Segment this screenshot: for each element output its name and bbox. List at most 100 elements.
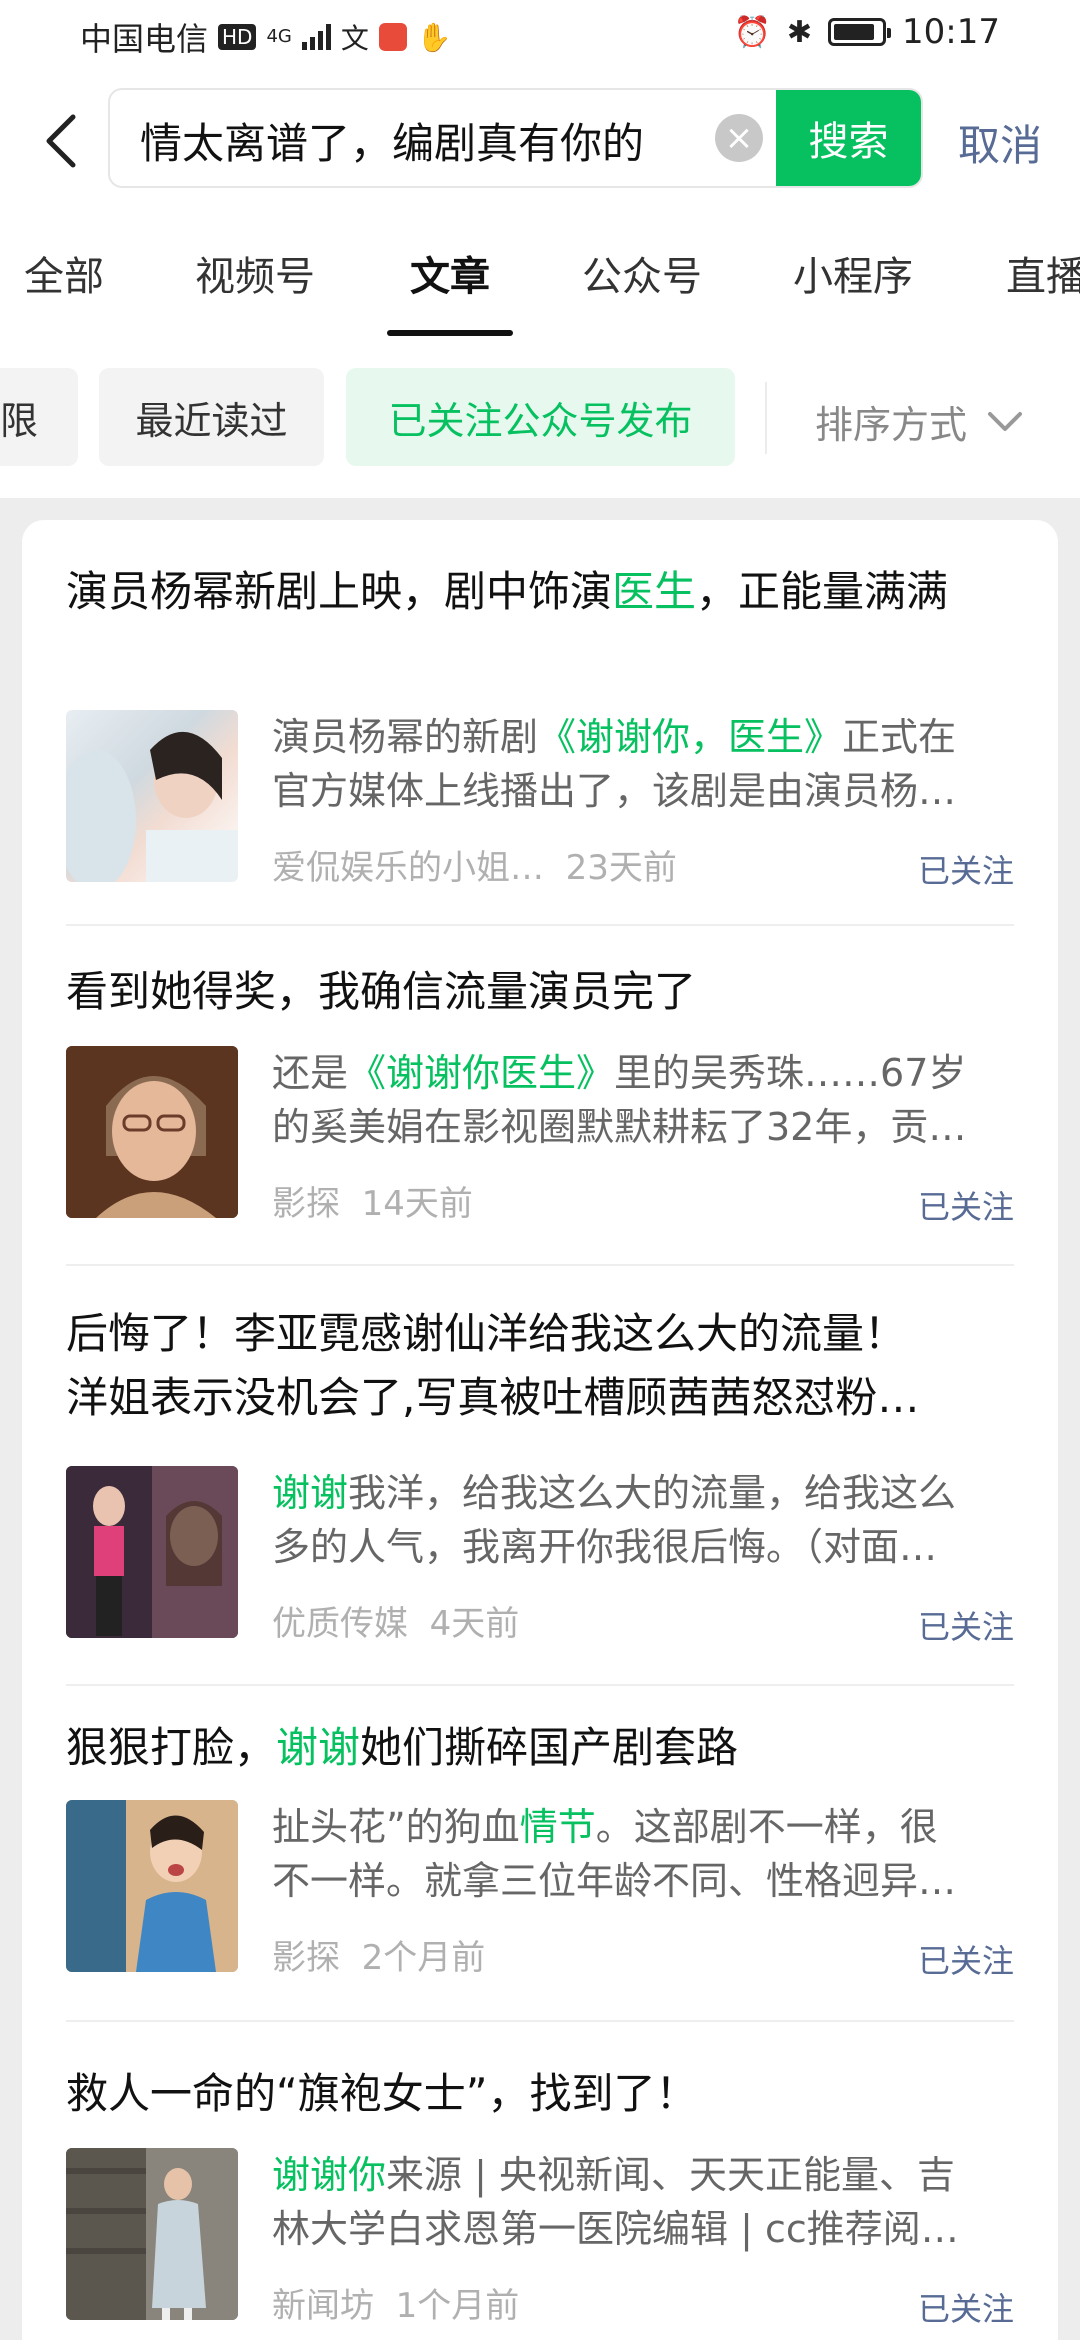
article-thumbnail[interactable] — [66, 1800, 238, 1972]
followed-badge: 已关注 — [917, 1942, 1014, 1980]
filter-divider — [765, 382, 767, 454]
article-thumbnail[interactable] — [66, 2148, 238, 2320]
article-snippet: 扯头花”的狗血情节。这部剧不一样，很 不一样。就拿三位年龄不同、性格迥异… — [272, 1800, 1014, 1908]
list-item[interactable]: 看到她得奖，我确信流量演员完了 还是《谢谢你医生》里的吴秀珠……67岁 的奚美娟… — [22, 926, 1058, 1266]
list-item[interactable]: 后悔了！李亚霓感谢仙洋给我这么大的流量！ 洋姐表示没机会了,写真被吐槽顾茜茜怒怼… — [22, 1266, 1058, 1686]
clear-search-button[interactable]: × — [715, 114, 763, 162]
alarm-icon: ⏰ — [733, 14, 771, 50]
gesture-icon: ✋ — [416, 20, 452, 54]
title-text: 看到她得奖，我确信流量演员完了 — [66, 967, 697, 1016]
title-highlight: 医生 — [612, 567, 697, 616]
snippet-line-2: 多的人气，我离开你我很后悔。（对面… — [272, 1525, 938, 1569]
category-tabs: 全部 视频号 文章 公众号 小程序 直播 — [0, 210, 1080, 338]
bluetooth-icon: ✱ — [786, 14, 813, 50]
article-meta: 影探 2个月前 — [272, 1930, 485, 1979]
title-highlight: 谢谢 — [276, 1723, 361, 1772]
snippet-text: 扯头花”的狗血 — [272, 1805, 520, 1849]
followed-badge: 已关注 — [917, 1188, 1014, 1226]
followed-badge: 已关注 — [917, 852, 1014, 890]
chevron-down-icon — [988, 411, 1023, 431]
portrait-image — [66, 731, 238, 882]
source-name: 影探 — [272, 1184, 340, 1224]
status-left: 中国电信 HD 4G 文 ✋ — [80, 14, 452, 60]
source-name: 新闻坊 — [272, 2286, 374, 2326]
snippet-highlight: 《谢谢你，医生》 — [538, 715, 843, 759]
tab-mini-programs[interactable]: 小程序 — [793, 244, 913, 302]
source-name: 影探 — [272, 1938, 340, 1978]
snippet-line-2: 官方媒体上线播出了，该剧是由演员杨… — [272, 769, 957, 813]
snippet-highlight: 情节 — [519, 1805, 596, 1849]
list-item[interactable]: 救人一命的“旗袍女士”，找到了！ 谢谢你来源 | 央视新闻、天天正能量、吉 林大… — [22, 2020, 1058, 2340]
snippet-highlight: 《谢谢你医生》 — [348, 1051, 615, 1095]
tab-all[interactable]: 全部 — [24, 244, 104, 302]
search-box[interactable]: 情太离谱了，编剧真有你的 × 搜索 — [108, 88, 923, 188]
publish-time: 4天前 — [429, 1604, 520, 1644]
status-right: ⏰ ✱ 10:17 — [734, 12, 1000, 52]
snippet-highlight: 谢谢 — [272, 1471, 349, 1515]
article-meta: 爱侃娱乐的小姐… 23天前 — [272, 840, 677, 889]
signal-icon — [301, 24, 331, 50]
snippet-line-2: 的奚美娟在影视圈默默耕耘了32年，贡… — [272, 1105, 967, 1149]
filter-bar: 限 最近读过 已关注公众号发布 排序方式 — [0, 338, 1080, 498]
article-meta: 影探 14天前 — [272, 1176, 473, 1225]
clock: 10:17 — [902, 12, 1000, 52]
app-notification-icon — [378, 23, 407, 51]
collage-image — [66, 1466, 238, 1638]
search-input[interactable]: 情太离谱了，编剧真有你的 — [140, 110, 700, 171]
snippet-line-2: 林大学白求恩第一医院编辑 | cc推荐阅… — [272, 2207, 959, 2251]
close-icon: × — [724, 118, 754, 158]
tab-live[interactable]: 直播 — [1006, 244, 1080, 302]
publish-time: 23天前 — [565, 848, 677, 888]
article-thumbnail[interactable] — [66, 710, 238, 882]
status-bar: 中国电信 HD 4G 文 ✋ ⏰ ✱ 10:17 — [0, 0, 1080, 72]
snippet-line-2: 不一样。就拿三位年龄不同、性格迥异… — [272, 1859, 957, 1903]
filter-followed-accounts[interactable]: 已关注公众号发布 — [346, 368, 735, 466]
cancel-button[interactable]: 取消 — [958, 112, 1042, 173]
article-thumbnail[interactable] — [66, 1466, 238, 1638]
article-title[interactable]: 演员杨幂新剧上映，剧中饰演医生，正能量满满 — [66, 560, 1014, 624]
article-thumbnail[interactable] — [66, 1046, 238, 1218]
publish-time: 1个月前 — [395, 2286, 520, 2326]
battery-icon — [828, 18, 892, 46]
article-snippet: 谢谢你来源 | 央视新闻、天天正能量、吉 林大学白求恩第一医院编辑 | cc推荐… — [272, 2148, 1014, 2256]
filter-time-limit[interactable]: 限 — [0, 368, 78, 466]
snippet-text-end: 。这部剧不一样，很 — [595, 1805, 938, 1849]
filter-recently-read[interactable]: 最近读过 — [99, 368, 324, 466]
title-text-end: 她们撕碎国产剧套路 — [360, 1723, 739, 1772]
article-title[interactable]: 看到她得奖，我确信流量演员完了 — [66, 960, 1014, 1024]
tab-channels[interactable]: 视频号 — [195, 244, 315, 302]
hd-badge: HD — [218, 24, 257, 50]
article-meta: 优质传媒 4天前 — [272, 1596, 519, 1645]
tab-articles[interactable]: 文章 — [410, 244, 490, 302]
snippet-text: 演员杨幂的新剧 — [272, 715, 539, 759]
article-snippet: 谢谢我洋，给我这么大的流量，给我这么 多的人气，我离开你我很后悔。（对面… — [272, 1466, 1014, 1574]
followed-badge: 已关注 — [917, 1608, 1014, 1646]
article-title[interactable]: 救人一命的“旗袍女士”，找到了！ — [66, 2062, 1014, 2126]
snippet-text: 还是 — [272, 1051, 349, 1095]
sort-label: 排序方式 — [815, 403, 968, 447]
snippet-highlight: 谢谢你 — [272, 2153, 387, 2197]
snippet-text-end: 我洋，给我这么大的流量，给我这么 — [348, 1471, 957, 1515]
snippet-text-end: 里的吴秀珠……67岁 — [614, 1051, 967, 1095]
search-button[interactable]: 搜索 — [776, 90, 921, 186]
search-header: 情太离谱了，编剧真有你的 × 搜索 取消 — [0, 72, 1080, 210]
results-list: 演员杨幂新剧上映，剧中饰演医生，正能量满满 演员杨幂的新剧《谢谢你，医生》正式在… — [22, 520, 1058, 2340]
back-arrow-icon — [46, 114, 76, 168]
snippet-text-end: 正式在 — [842, 715, 957, 759]
translate-icon: 文 — [340, 22, 369, 55]
back-button[interactable] — [30, 106, 90, 176]
publish-time: 14天前 — [361, 1184, 473, 1224]
tab-official-accounts[interactable]: 公众号 — [582, 244, 702, 302]
article-title[interactable]: 狠狠打脸，谢谢她们撕碎国产剧套路 — [66, 1716, 1014, 1780]
snippet-text-end: 来源 | 央视新闻、天天正能量、吉 — [386, 2153, 955, 2197]
article-title[interactable]: 后悔了！李亚霓感谢仙洋给我这么大的流量！ 洋姐表示没机会了,写真被吐槽顾茜茜怒怼… — [66, 1302, 1014, 1430]
portrait-image — [66, 1046, 238, 1218]
title-text: 演员杨幂新剧上映，剧中饰演 — [66, 567, 613, 616]
list-item[interactable]: 演员杨幂新剧上映，剧中饰演医生，正能量满满 演员杨幂的新剧《谢谢你，医生》正式在… — [22, 520, 1058, 926]
publish-time: 2个月前 — [361, 1938, 486, 1978]
title-text: 后悔了！李亚霓感谢仙洋给我这么大的流量！ — [66, 1309, 907, 1358]
title-text-end: ，正能量满满 — [696, 567, 949, 616]
title-line-2: 洋姐表示没机会了,写真被吐槽顾茜茜怒怼粉… — [66, 1373, 920, 1422]
list-item[interactable]: 狠狠打脸，谢谢她们撕碎国产剧套路 扯头花”的狗血情节。这部剧不一样，很 不一样。… — [22, 1686, 1058, 2026]
sort-dropdown[interactable]: 排序方式 — [815, 394, 1023, 449]
